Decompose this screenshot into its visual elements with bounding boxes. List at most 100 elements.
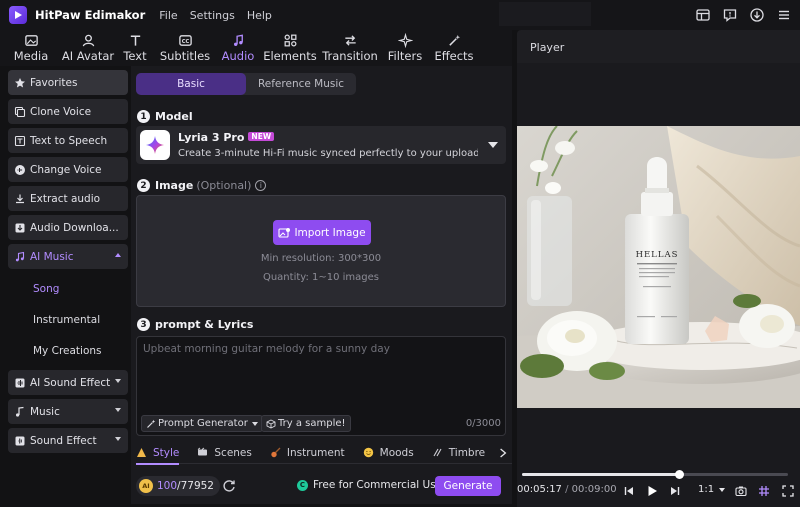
info-icon[interactable]: i [255,180,267,191]
sidebar-sub-instrumental[interactable]: Instrumental [8,304,128,335]
video-preview: HELLAS [517,126,800,408]
model-name: Lyria 3 Pro NEW [178,131,275,144]
scroll-right-icon[interactable] [498,447,508,459]
ai-music-icon [15,251,25,261]
timbre-icon [433,448,442,457]
sidebar-sub-song[interactable]: Song [8,273,128,304]
title-bar-blank-area [499,2,591,26]
model-description: Create 3-minute Hi-Fi music synced perfe… [178,148,478,159]
subtab-style[interactable]: Style [136,442,180,465]
menu-settings[interactable]: Settings [190,9,235,22]
sidebar-sub-my-creations[interactable]: My Creations [8,335,128,366]
fullscreen-icon[interactable] [781,484,795,498]
resolution-hint: Min resolution: 300*300 [260,253,382,264]
aspect-ratio-select[interactable]: 1:1 [698,484,726,495]
menu-help[interactable]: Help [247,9,272,22]
music-note-icon [233,34,243,46]
audio-sidebar: Favorites Clone Voice Text to Speech Cha… [8,70,128,504]
player-panel: HELLAS 00:05:17 / 00:09:00 1:1 [517,63,800,507]
sidebar-item-ai-sound-effect[interactable]: AI Sound Effect [8,370,128,395]
subtab-instrument[interactable]: Instrument [270,442,345,464]
expand-icon [115,437,121,441]
style-icon [137,448,146,457]
camera-icon[interactable] [734,484,748,498]
image-upload-area[interactable]: Import Image Min resolution: 300*300 Qua… [136,195,506,307]
download-icon[interactable] [748,6,765,23]
expand-icon [115,379,121,383]
dropdown-arrow-icon[interactable] [488,142,498,148]
sidebar-item-favorites[interactable]: Favorites [8,70,128,95]
sidebar-item-clone-voice[interactable]: Clone Voice [8,99,128,124]
title-bar: HitPaw Edimakor File Settings Help [0,0,800,30]
previous-frame-icon[interactable] [622,484,636,498]
tab-audio[interactable]: Audio [214,30,262,66]
copyright-icon: C [297,479,308,491]
subtab-timbre[interactable]: Timbre [432,442,485,464]
guitar-icon [271,447,281,458]
collapse-icon [115,253,121,257]
sidebar-item-change-voice[interactable]: Change Voice [8,157,128,182]
sidebar-item-ai-music[interactable]: AI Music [8,244,128,269]
sidebar-item-audio-download[interactable]: Audio Downloa... [8,215,128,240]
subtitles-icon: CC [178,35,192,46]
tab-ai-avatar[interactable]: AI Avatar [62,30,114,66]
model-heading: 1 Model [137,110,193,123]
text-icon [130,35,140,46]
refresh-icon[interactable] [221,478,237,494]
play-icon[interactable] [645,484,659,498]
main-toolbar: Media AI Avatar Text CC Subtitles Audio … [0,30,512,66]
dropdown-arrow-icon [719,487,726,492]
image-add-icon [278,227,291,238]
feedback-icon[interactable] [721,6,738,23]
tab-elements[interactable]: Elements [262,30,318,66]
menu-icon[interactable] [775,6,792,23]
optional-label: (Optional) [196,179,252,192]
tab-effects[interactable]: Effects [428,30,480,66]
sidebar-item-music[interactable]: Music [8,399,128,424]
subtab-scenes[interactable]: Scenes [197,442,252,464]
try-sample-button[interactable]: Try a sample! [261,415,351,432]
prompt-textarea[interactable]: Upbeat morning guitar melody for a sunny… [136,336,506,436]
magic-wand-icon [147,419,156,428]
sidebar-item-sound-effect[interactable]: Sound Effect [8,428,128,453]
scenes-icon [198,447,208,456]
filters-icon [397,33,413,48]
model-selector[interactable]: Lyria 3 Pro NEW Create 3-minute Hi-Fi mus… [136,126,506,164]
tab-filters[interactable]: Filters [382,30,428,66]
segment-reference-music[interactable]: Reference Music [246,73,356,95]
music-icon [16,406,24,417]
timeline-playhead[interactable] [674,470,684,479]
prompt-generator-button[interactable]: Prompt Generator [141,415,263,432]
media-icon [24,35,38,46]
playback-timeline[interactable] [522,470,788,479]
dropdown-arrow-icon [251,421,258,426]
image-heading: 2 Image (Optional) i [137,179,267,192]
commercial-use-note: C Free for Commercial Use [297,479,442,491]
duration: 00:09:00 [571,484,617,495]
tab-transition[interactable]: Transition [318,30,382,66]
tab-media[interactable]: Media [0,30,62,66]
grid-icon[interactable] [757,484,771,498]
sound-effect-icon [15,436,25,445]
player-header: Player [517,30,800,63]
elements-icon [284,34,296,47]
import-image-button[interactable]: Import Image [273,220,371,245]
tab-subtitles[interactable]: CC Subtitles [156,30,214,66]
svg-text:CC: CC [181,39,189,45]
sidebar-item-extract-audio[interactable]: Extract audio [8,186,128,211]
quantity-hint: Quantity: 1~10 images [262,272,380,283]
layout-icon[interactable] [694,6,711,23]
download-icon [15,223,25,232]
effects-icon [448,34,460,46]
subtab-moods[interactable]: Moods [363,442,414,464]
sidebar-item-text-to-speech[interactable]: Text to Speech [8,128,128,153]
current-time: 00:05:17 [517,484,562,495]
segment-basic[interactable]: Basic [136,73,246,95]
coin-icon: AI [139,479,153,493]
next-frame-icon[interactable] [668,484,682,498]
tab-text[interactable]: Text [114,30,156,66]
app-title: HitPaw Edimakor [35,8,146,22]
ai-sound-icon [15,378,25,387]
generate-button[interactable]: Generate [435,476,501,496]
menu-file[interactable]: File [159,9,177,22]
